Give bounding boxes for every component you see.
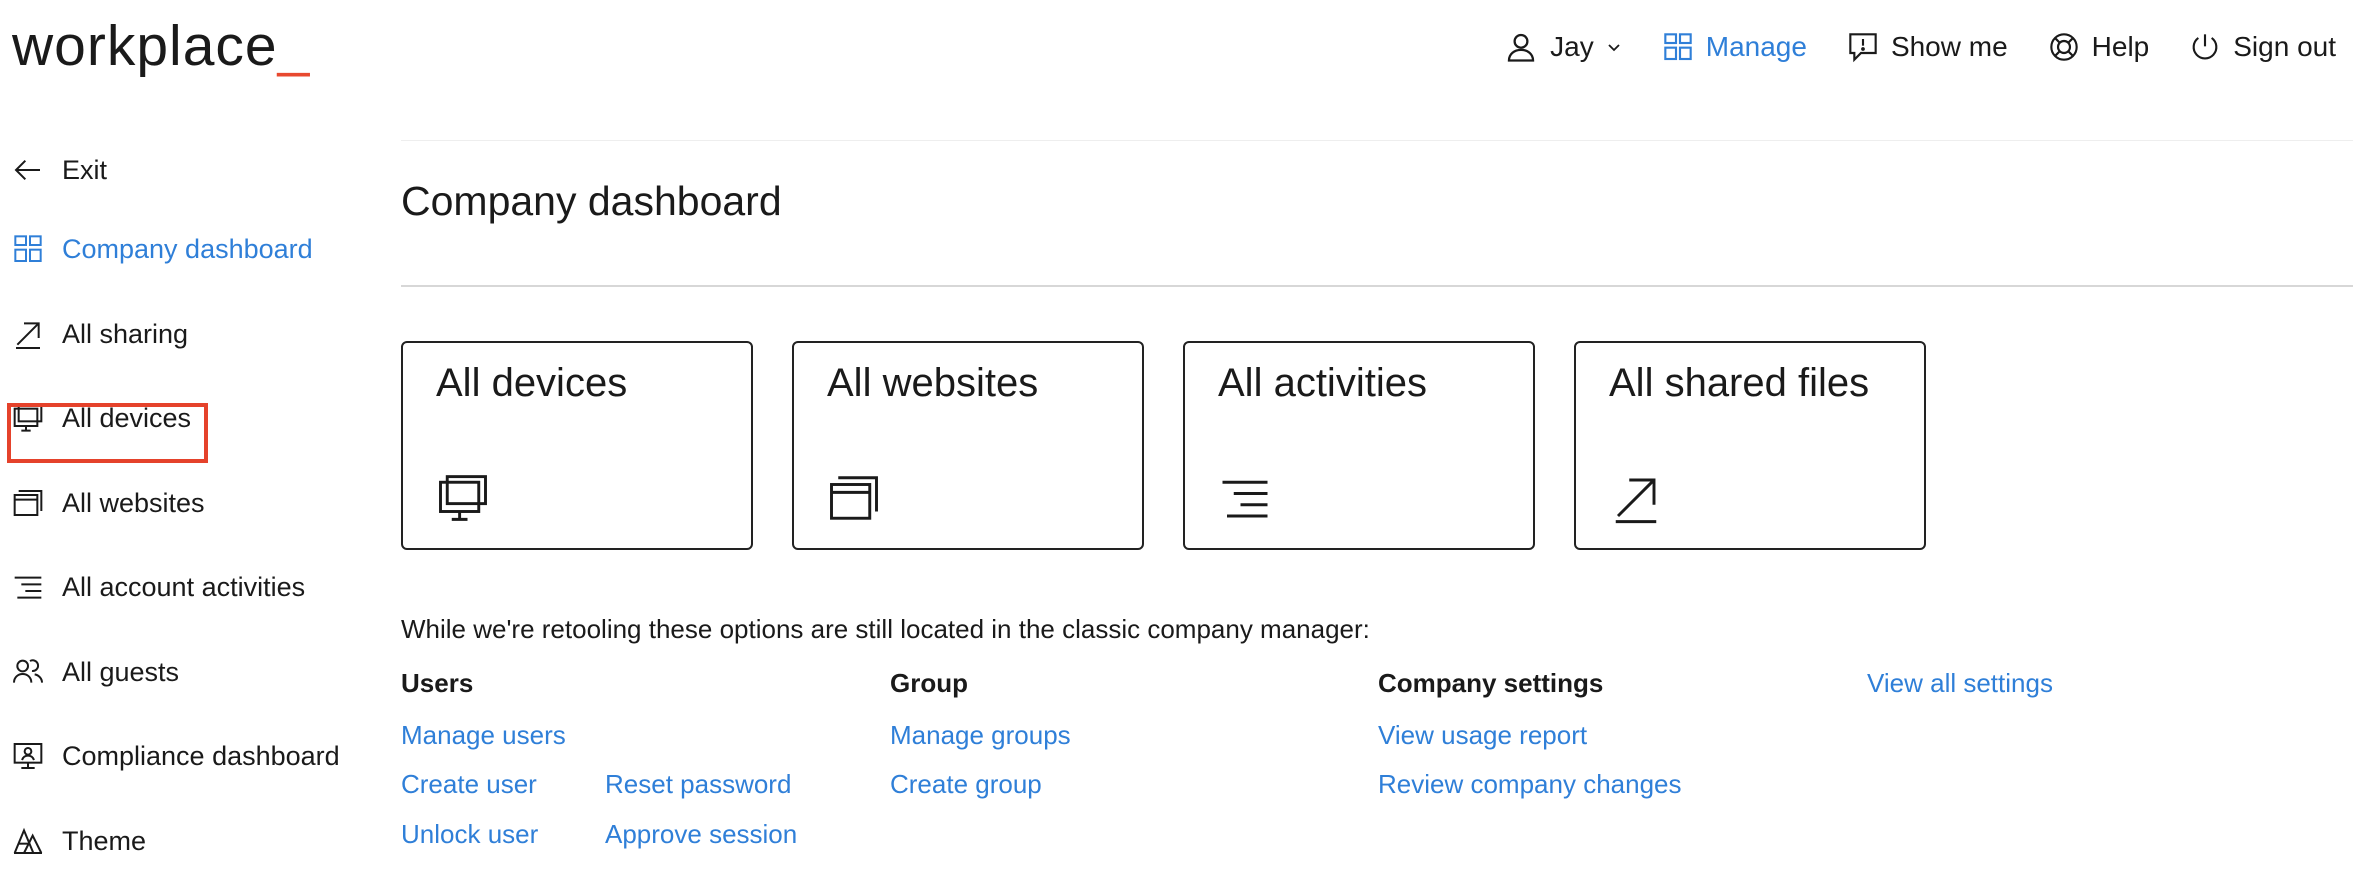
manage-label: Manage (1705, 31, 1807, 62)
show-me-label: Show me (1890, 31, 2008, 62)
page-title: Company dashboard (401, 178, 782, 224)
card-all-devices[interactable]: All devices (401, 341, 753, 550)
selection-highlight-box (7, 403, 208, 463)
unlock-user-link[interactable]: Unlock user (401, 819, 538, 850)
show-me-link[interactable]: Show me (1847, 31, 2008, 63)
review-company-changes-link[interactable]: Review company changes (1378, 769, 1682, 800)
sidebar-item-all-sharing[interactable]: All sharing (12, 309, 188, 359)
logo-text: workplace (12, 14, 278, 78)
card-all-shared-files[interactable]: All shared files (1574, 341, 1926, 550)
sidebar-item-all-websites[interactable]: All websites (12, 478, 205, 528)
header-divider (401, 140, 2353, 141)
activity-lines-icon (1222, 480, 1268, 518)
sidebar-item-exit[interactable]: Exit (12, 145, 107, 195)
chevron-down-icon (1608, 44, 1620, 52)
user-menu[interactable]: Jay (1504, 30, 1622, 64)
card-title: All shared files (1609, 361, 1870, 405)
top-navigation: Jay Manage Show me Help Sign out (1464, 22, 2336, 72)
sidebar-item-label: Compliance dashboard (62, 740, 340, 771)
sidebar-item-compliance-dashboard[interactable]: Compliance dashboard (12, 731, 340, 781)
manage-groups-link[interactable]: Manage groups (890, 720, 1071, 751)
sidebar-item-label: All guests (62, 656, 180, 687)
sidebar-item-label: All sharing (62, 318, 189, 349)
activity-lines-icon (14, 576, 42, 599)
grid-icon (1664, 33, 1692, 61)
windows-icon (13, 490, 43, 516)
sign-out-link[interactable]: Sign out (2189, 31, 2336, 63)
company-settings-heading: Company settings (1378, 668, 1604, 698)
manage-users-link[interactable]: Manage users (401, 720, 566, 751)
compliance-monitor-icon (13, 743, 43, 769)
card-title: All websites (827, 361, 1039, 405)
guests-icon (13, 659, 43, 683)
card-title: All devices (436, 361, 628, 405)
sidebar-item-label: Theme (62, 825, 147, 856)
create-user-link[interactable]: Create user (401, 769, 537, 800)
view-usage-report-link[interactable]: View usage report (1378, 720, 1587, 751)
sidebar-item-label: Company dashboard (62, 233, 313, 264)
logo[interactable]: workplace_ (12, 14, 310, 78)
classic-manager-intro: While we're retooling these options are … (401, 614, 1370, 644)
group-heading: Group (890, 668, 968, 698)
windows-icon (830, 476, 878, 520)
sidebar-item-company-dashboard[interactable]: Company dashboard (12, 224, 313, 274)
users-heading: Users (401, 668, 474, 698)
card-title: All activities (1218, 361, 1427, 405)
reset-password-link[interactable]: Reset password (605, 769, 791, 800)
share-arrow-icon (1615, 478, 1657, 524)
view-all-settings-link[interactable]: View all settings (1867, 668, 2053, 699)
user-name: Jay (1550, 31, 1594, 62)
sign-out-label: Sign out (2233, 31, 2336, 62)
speech-bubble-exclamation-icon (1849, 33, 1877, 63)
card-all-websites[interactable]: All websites (792, 341, 1144, 550)
sidebar-item-label: All websites (62, 487, 205, 518)
manage-link[interactable]: Manage (1662, 31, 1807, 63)
sidebar-item-all-guests[interactable]: All guests (12, 647, 179, 697)
sidebar-item-all-account-activities[interactable]: All account activities (12, 562, 305, 612)
approve-session-link[interactable]: Approve session (605, 819, 797, 850)
share-arrow-icon (16, 322, 40, 349)
help-label: Help (2091, 31, 2150, 62)
card-all-activities[interactable]: All activities (1183, 341, 1535, 550)
power-icon (2192, 34, 2218, 60)
arrow-left-icon (14, 159, 40, 181)
lifebuoy-icon (2049, 33, 2078, 61)
grid-icon (14, 235, 42, 262)
sidebar-item-label: All account activities (62, 571, 306, 602)
create-group-link[interactable]: Create group (890, 769, 1042, 800)
user-icon (1507, 33, 1535, 62)
sidebar-item-theme[interactable]: Theme (12, 816, 146, 866)
devices-icon (439, 475, 487, 521)
logo-cursor: _ (277, 14, 311, 78)
help-link[interactable]: Help (2048, 31, 2150, 63)
sidebar-item-label: Exit (62, 154, 108, 185)
theme-icon (13, 827, 43, 854)
title-divider (401, 285, 2353, 287)
